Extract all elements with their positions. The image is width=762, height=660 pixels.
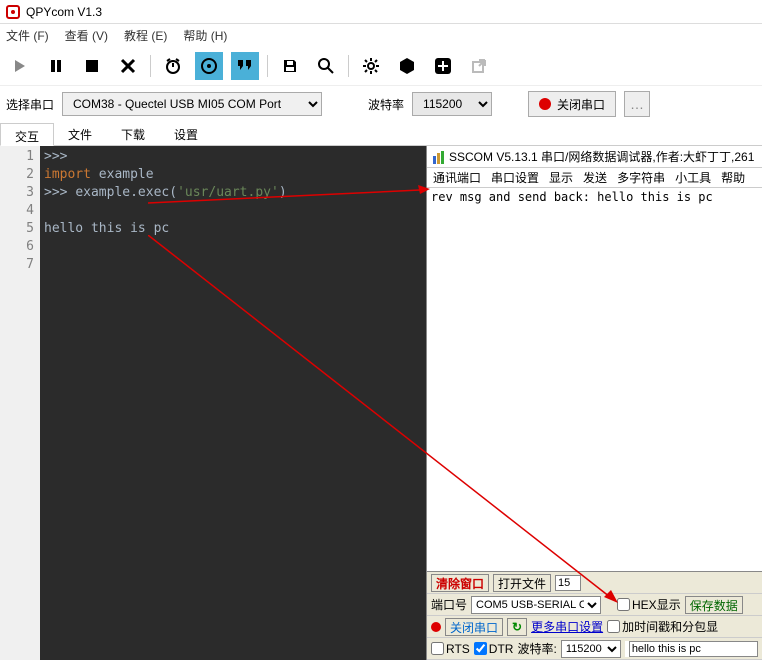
sscom-bottom: 清除窗口 打开文件 端口号 COM5 USB-SERIAL CH340 HEX显… <box>427 571 762 660</box>
sscom-logo-icon <box>431 150 445 164</box>
titlebar: QPYcom V1.3 <box>0 0 762 24</box>
extra-button[interactable]: … <box>624 91 650 117</box>
tab-file[interactable]: 文件 <box>54 122 107 145</box>
menu-tutorial[interactable]: 教程 (E) <box>124 27 167 44</box>
quote-icon[interactable] <box>231 52 259 80</box>
ss-menu-mstr[interactable]: 多字符串 <box>617 169 665 186</box>
ss-hex-checkbox[interactable]: HEX显示 <box>617 596 681 613</box>
plus-icon[interactable] <box>429 52 457 80</box>
ss-status-dot-icon <box>431 622 441 632</box>
ss-baud-label: 波特率: <box>517 640 556 657</box>
external-icon[interactable] <box>465 52 493 80</box>
run-icon[interactable] <box>6 52 34 80</box>
app-title: QPYcom V1.3 <box>26 5 102 19</box>
search-icon[interactable] <box>312 52 340 80</box>
ss-send-input[interactable] <box>629 641 758 657</box>
port-select[interactable]: COM38 - Quectel USB MI05 COM Port <box>62 92 322 116</box>
ss-dtr-checkbox[interactable]: DTR <box>474 642 514 656</box>
baud-select[interactable]: 115200 <box>412 92 492 116</box>
ss-menu-tools[interactable]: 小工具 <box>675 169 711 186</box>
menu-help[interactable]: 帮助 (H) <box>183 27 227 44</box>
ss-menu-port[interactable]: 通讯端口 <box>433 169 481 186</box>
ss-baud-select[interactable]: 115200 <box>561 640 621 658</box>
ss-close-port-button[interactable]: 关闭串口 <box>445 618 503 636</box>
tabs: 交互 文件 下载 设置 <box>0 122 762 146</box>
sscom-menubar: 通讯端口 串口设置 显示 发送 多字符串 小工具 帮助 <box>427 168 762 188</box>
gutter: 1234567 <box>0 146 40 660</box>
sscom-output[interactable]: rev msg and send back: hello this is pc <box>427 188 762 571</box>
pause-icon[interactable] <box>42 52 70 80</box>
tab-download[interactable]: 下载 <box>107 122 160 145</box>
tab-interact[interactable]: 交互 <box>0 123 54 146</box>
ss-portno-label: 端口号 <box>431 596 467 613</box>
menubar: 文件 (F) 查看 (V) 教程 (E) 帮助 (H) <box>0 24 762 46</box>
menu-view[interactable]: 查看 (V) <box>65 27 108 44</box>
close-icon[interactable] <box>114 52 142 80</box>
toolbar <box>0 46 762 86</box>
ss-save-button[interactable]: 保存数据 <box>685 596 743 614</box>
sscom-titlebar: SSCOM V5.13.1 串口/网络数据调试器,作者:大虾丁丁,261 <box>427 146 762 168</box>
port-label: 选择串口 <box>6 96 54 113</box>
ss-clear-button[interactable]: 清除窗口 <box>431 574 489 592</box>
cube-icon[interactable] <box>393 52 421 80</box>
tab-settings[interactable]: 设置 <box>160 122 213 145</box>
ss-timestamp-checkbox[interactable]: 加时间戳和分包显 <box>607 618 718 635</box>
sscom-window: SSCOM V5.13.1 串口/网络数据调试器,作者:大虾丁丁,261 通讯端… <box>426 146 762 660</box>
close-port-button[interactable]: 关闭串口 <box>528 91 616 117</box>
ss-menu-send[interactable]: 发送 <box>583 169 607 186</box>
stop-icon[interactable] <box>78 52 106 80</box>
ss-menu-cfg[interactable]: 串口设置 <box>491 169 539 186</box>
port-row: 选择串口 COM38 - Quectel USB MI05 COM Port 波… <box>0 86 762 122</box>
disc-icon[interactable] <box>195 52 223 80</box>
save-icon[interactable] <box>276 52 304 80</box>
baud-label: 波特率 <box>368 96 404 113</box>
ss-menu-help[interactable]: 帮助 <box>721 169 745 186</box>
ss-filenum-input[interactable] <box>555 575 581 591</box>
ss-more-cfg-link[interactable]: 更多串口设置 <box>531 618 603 635</box>
app-logo-icon <box>6 5 20 19</box>
ss-port-select[interactable]: COM5 USB-SERIAL CH340 <box>471 596 601 614</box>
ss-openfile-button[interactable]: 打开文件 <box>493 574 551 592</box>
ss-menu-disp[interactable]: 显示 <box>549 169 573 186</box>
ss-rts-checkbox[interactable]: RTS <box>431 642 470 656</box>
clock-icon[interactable] <box>159 52 187 80</box>
menu-file[interactable]: 文件 (F) <box>6 27 49 44</box>
ss-refresh-icon[interactable]: ↻ <box>507 618 527 636</box>
status-dot-icon <box>539 98 551 110</box>
gear-icon[interactable] <box>357 52 385 80</box>
